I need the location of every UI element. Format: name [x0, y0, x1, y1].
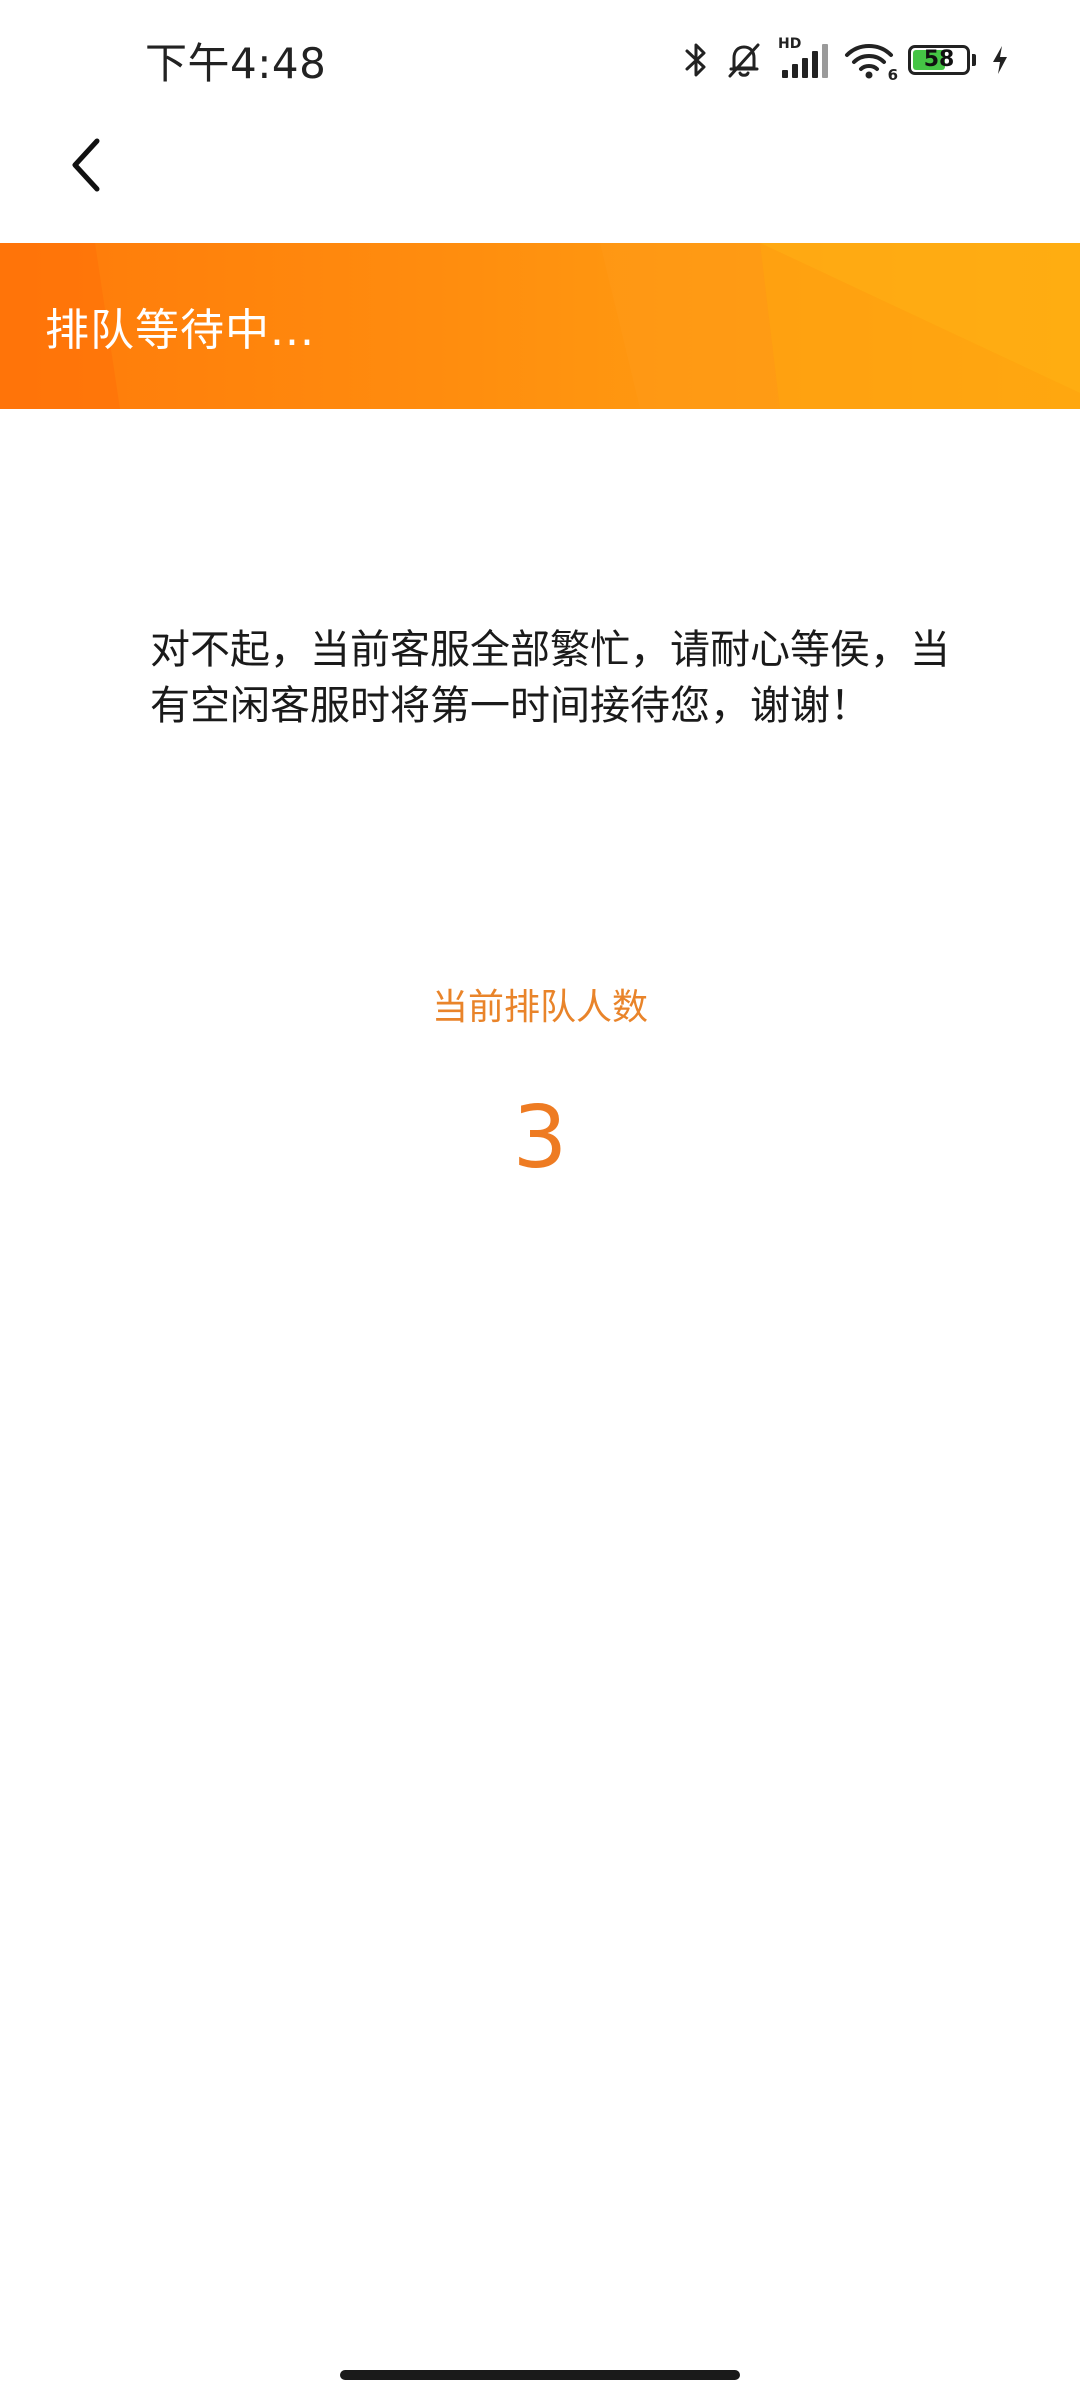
cellular-signal-icon: HD [778, 36, 830, 80]
home-indicator[interactable] [340, 2370, 740, 2380]
banner-title: 排队等待中... [45, 305, 315, 356]
wifi-icon: 6 [844, 40, 898, 84]
chevron-left-icon [65, 135, 105, 199]
back-button[interactable] [50, 128, 120, 206]
battery-cap [972, 54, 976, 66]
queue-screen: 下午4:48 HD 6 58 排队等待中... 对不起，当前客服全部繁忙，请耐心… [0, 0, 1080, 2400]
status-time: 下午4:48 [145, 39, 327, 88]
status-icons: HD 6 58 [682, 36, 1010, 84]
battery-icon: 58 [908, 45, 970, 75]
status-bar: 下午4:48 HD 6 58 [0, 0, 1080, 120]
charging-icon [990, 44, 1010, 76]
busy-message: 对不起，当前客服全部繁忙，请耐心等侯，当有空闲客服时将第一时间接待您，谢谢！ [150, 627, 950, 729]
bell-muted-icon [724, 40, 764, 80]
bluetooth-icon [682, 40, 710, 80]
queue-count: 3 [512, 1088, 568, 1188]
wifi-version-label: 6 [887, 66, 898, 84]
queue-banner: 排队等待中... [0, 243, 1080, 409]
queue-label: 当前排队人数 [431, 987, 648, 1028]
battery-level: 58 [923, 47, 955, 72]
